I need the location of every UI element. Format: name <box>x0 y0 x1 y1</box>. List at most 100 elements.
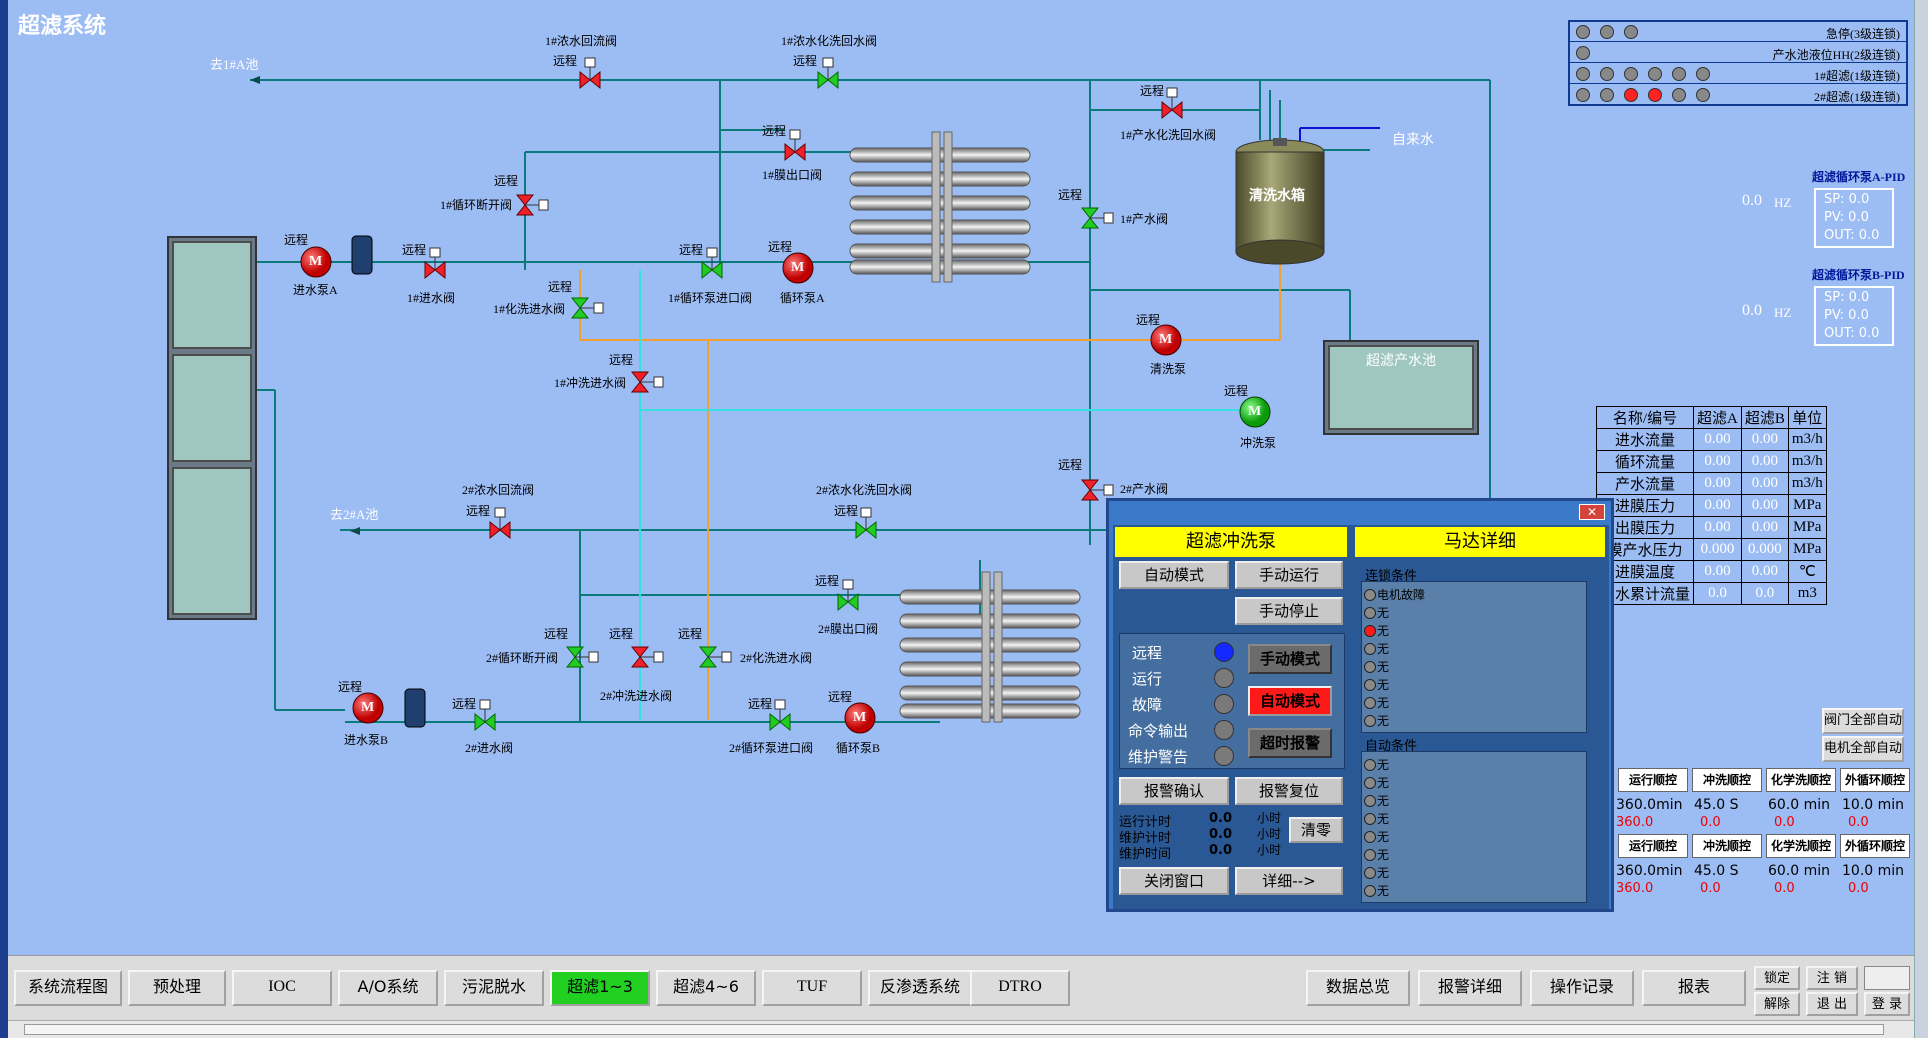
v1-flush-in-label: 1#冲洗进水阀 <box>554 376 627 390</box>
value-a: 0.000 <box>1693 538 1742 561</box>
motors-all-auto-button[interactable]: 电机全部自动 <box>1822 736 1904 762</box>
seq-flush-header[interactable]: 冲洗顺控 <box>1692 768 1762 792</box>
remote-label: 远程 <box>338 680 363 694</box>
logout-button[interactable]: 注 销 <box>1806 966 1858 990</box>
seq-remain: 0.0 <box>1700 815 1721 830</box>
pump-loop-b-label: 循环泵B <box>836 741 881 755</box>
table-row: 循环流量 0.00 0.00 m3/h <box>1595 450 1827 473</box>
operation-log-button[interactable]: 操作记录 <box>1530 970 1634 1006</box>
tab-uf-1-3[interactable]: 超滤1~3 <box>550 970 650 1006</box>
pid-b-title: 超滤循环泵B-PID <box>1812 268 1905 282</box>
valves-all-auto-button[interactable]: 阀门全部自动 <box>1822 708 1904 734</box>
pid-b-box[interactable]: SP: 0.0 PV: 0.0 OUT: 0.0 <box>1814 286 1894 346</box>
seq-chem-header[interactable]: 化学洗顺控 <box>1766 834 1836 858</box>
status-maint-indicator <box>1214 746 1234 766</box>
seq-flush-header[interactable]: 冲洗顺控 <box>1692 834 1762 858</box>
data-overview-button[interactable]: 数据总览 <box>1306 970 1410 1006</box>
seq-ext-loop-header[interactable]: 外循环顺控 <box>1840 768 1910 792</box>
dialog-close-button[interactable]: ✕ <box>1579 504 1605 520</box>
login-button[interactable]: 登 录 <box>1864 992 1910 1016</box>
horizontal-scrollbar[interactable] <box>8 1020 1914 1038</box>
valve-1-conc-chem-return[interactable] <box>817 57 839 89</box>
status-running-label: 运行 <box>1132 670 1163 688</box>
pid-a-title: 超滤循环泵A-PID <box>1812 170 1906 184</box>
dialog-titlebar[interactable] <box>1109 501 1611 523</box>
tab-dtro[interactable]: DTRO <box>970 970 1070 1006</box>
valve-1-membrane-out[interactable] <box>784 129 806 161</box>
motor-detail-dialog: ✕ 超滤冲洗泵 马达详细 自动模式 手动运行 手动停止 远程 运行 故障 命令输… <box>1106 498 1614 912</box>
valve-2-flush-in[interactable] <box>631 646 664 668</box>
v2-flush-in-label: 2#冲洗进水阀 <box>600 689 673 703</box>
remote-label: 远程 <box>679 243 704 257</box>
lock-button[interactable]: 锁定 <box>1754 966 1800 990</box>
seq-run-header[interactable]: 运行顺控 <box>1618 768 1688 792</box>
valve-1-conc-return[interactable] <box>579 57 601 89</box>
manual-run-button[interactable]: 手动运行 <box>1235 561 1343 589</box>
tab-tuf[interactable]: TUF <box>762 970 862 1006</box>
list-item: 无 <box>1364 640 1389 657</box>
seq-run-header[interactable]: 运行顺控 <box>1618 834 1688 858</box>
valve-1-prod-chem-return[interactable] <box>1161 87 1183 119</box>
inlet-pool-cell <box>172 354 252 462</box>
pump-in-a-label: 进水泵A <box>293 283 338 297</box>
unit: ℃ <box>1787 560 1827 583</box>
clear-button[interactable]: 清零 <box>1289 817 1343 843</box>
clean-tank-label: 清洗水箱 <box>1249 189 1305 204</box>
alarm-ack-button[interactable]: 报警确认 <box>1119 777 1229 805</box>
tab-uf-4-6[interactable]: 超滤4~6 <box>656 970 756 1006</box>
pid-a-box[interactable]: SP: 0.0 PV: 0.0 OUT: 0.0 <box>1814 188 1894 248</box>
valve-1-loop-break[interactable] <box>516 194 549 216</box>
report-button[interactable]: 报表 <box>1642 970 1746 1006</box>
valve-2-loop-break[interactable] <box>566 646 599 668</box>
seq-chem-header[interactable]: 化学洗顺控 <box>1766 768 1836 792</box>
remote-label: 远程 <box>452 697 477 711</box>
pid-a-unit: HZ <box>1774 195 1792 210</box>
valve-2-chem-in[interactable] <box>699 646 732 668</box>
value-b: 0.00 <box>1740 428 1789 451</box>
status-dot <box>1576 67 1590 81</box>
valve-1-chem-in[interactable] <box>571 297 604 319</box>
seq-remain: 0.0 <box>1774 881 1795 896</box>
condition-indicator <box>1364 759 1376 771</box>
flush-pump-header: 超滤冲洗泵 <box>1115 527 1347 557</box>
status-dot-alarm <box>1648 88 1662 102</box>
valve-1-flush-in[interactable] <box>631 371 664 393</box>
close-window-button[interactable]: 关闭窗口 <box>1119 867 1229 895</box>
tab-pretreatment[interactable]: 预处理 <box>128 970 226 1006</box>
interlock-row: 1#超滤(1级连锁) <box>1570 64 1906 84</box>
valve-2-prod[interactable] <box>1081 479 1114 501</box>
condition-indicator <box>1364 849 1376 861</box>
condition-indicator <box>1364 885 1376 897</box>
list-item: 无 <box>1364 676 1389 693</box>
tab-ao-system[interactable]: A/O系统 <box>338 970 438 1006</box>
manual-stop-button[interactable]: 手动停止 <box>1235 597 1343 625</box>
exit-button[interactable]: 退 出 <box>1806 992 1858 1016</box>
maint-time-label: 维护时间 <box>1119 847 1172 862</box>
tab-system-flow[interactable]: 系统流程图 <box>14 970 122 1006</box>
auto-mode-button[interactable]: 自动模式 <box>1119 561 1229 589</box>
v1-loop-break-label: 1#循环断开阀 <box>440 198 513 212</box>
list-item: 无 <box>1364 864 1389 881</box>
tab-ro-system[interactable]: 反渗透系统 <box>868 970 972 1006</box>
unit: m3/h <box>1787 450 1827 473</box>
unlock-button[interactable]: 解除 <box>1754 992 1800 1016</box>
tab-sludge[interactable]: 污泥脱水 <box>444 970 544 1006</box>
value-a: 0.00 <box>1693 450 1742 473</box>
manual-mode-indicator[interactable]: 手动模式 <box>1248 644 1332 674</box>
valve-2-in[interactable] <box>474 699 496 731</box>
valve-2-conc-return[interactable] <box>489 507 511 539</box>
alarm-reset-button[interactable]: 报警复位 <box>1235 777 1343 805</box>
valve-2-conc-chem-return[interactable] <box>855 507 877 539</box>
alarm-detail-button[interactable]: 报警详细 <box>1418 970 1522 1006</box>
valve-2-loop-pump-in[interactable] <box>769 699 791 731</box>
remote-label: 远程 <box>1058 188 1083 202</box>
scrollbar-thumb[interactable] <box>24 1024 1884 1035</box>
tab-ioc[interactable]: IOC <box>232 970 332 1006</box>
seq-ext-loop-header[interactable]: 外循环顺控 <box>1840 834 1910 858</box>
detail-button[interactable]: 详细--> <box>1235 867 1343 895</box>
remote-label: 远程 <box>494 174 519 188</box>
valve-1-prod[interactable] <box>1081 207 1114 229</box>
table-header: 单位 <box>1787 406 1827 429</box>
timeout-alarm-indicator[interactable]: 超时报警 <box>1248 728 1332 758</box>
auto-mode-indicator[interactable]: 自动模式 <box>1248 686 1332 716</box>
